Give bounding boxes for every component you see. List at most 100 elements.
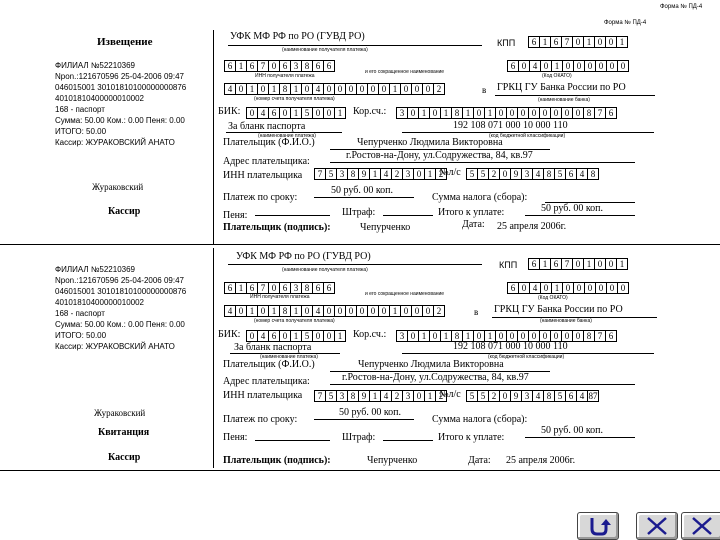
kpp-label: КПП [497, 38, 516, 48]
kor-boxes: 30101810100000000876 [396, 107, 617, 119]
previous-button[interactable] [636, 512, 678, 540]
digit-box: 8 [587, 168, 599, 180]
payer-inn-label: ИНН плательщика [223, 390, 303, 401]
next-slide-icon [692, 517, 712, 535]
return-button[interactable] [577, 512, 619, 540]
receipt-line: Кассир: ЖУРАКОВСКИЙ АНАТО [55, 342, 175, 351]
payer-inn-boxes: 753891423012 [314, 390, 447, 402]
inn-boxes: 6167063866 [224, 282, 335, 294]
kpp-boxes: 616701001 [528, 36, 628, 48]
sum-value: 50 руб. 00 коп. [331, 185, 394, 196]
receipt-line: 046015001 30101810100000000876 [55, 83, 187, 92]
payer-name: Чепурченко Людмила Викторовна [358, 359, 504, 370]
receipt-cashier: Кассир [108, 452, 141, 463]
date-value: 25 апреля 2006г. [497, 221, 567, 232]
receipt-line: Npon.:121670596 25-04-2006 09:47 [55, 276, 184, 285]
receipt-signature: Жураковский [94, 408, 146, 418]
inn-boxes: 6167063866 [224, 60, 335, 72]
sum-label: Платеж по сроку: [223, 414, 298, 425]
sign-value: Чепурченко [360, 222, 411, 233]
sum-value: 50 руб. 00 коп. [339, 407, 402, 418]
payer-inn-boxes: 753891423012 [314, 168, 447, 180]
digit-box: 0 [617, 60, 629, 72]
account-caption: (номер счета получателя платежа) [254, 96, 335, 102]
address-label: Адрес плательщика: [223, 376, 310, 387]
in-label: в [482, 85, 487, 95]
purpose: За бланк паспорта [228, 121, 306, 132]
digit-box: 2 [433, 305, 445, 317]
payer-label: Плательщик (Ф.И.О.) [223, 137, 315, 148]
digit-box: 6 [605, 107, 617, 119]
previous-slide-icon [647, 517, 667, 535]
sum-label: Платеж по сроку: [223, 192, 298, 203]
receipt-line: ИТОГО: 50.00 [55, 331, 107, 340]
payer-inn-label: ИНН плательщика [223, 170, 303, 181]
notice-title: Извещение [97, 36, 153, 48]
kpp-boxes: 616701001 [528, 258, 628, 270]
address-label: Адрес плательщика: [223, 156, 310, 167]
receipt-line: ИТОГО: 50.00 [55, 127, 107, 136]
payer-label: Плательщик (Ф.И.О.) [223, 359, 315, 370]
receipt-line: ФИЛИАЛ №52210369 [55, 265, 135, 274]
digit-box: 6 [323, 282, 335, 294]
payer-name: Чепурченко Людмила Викторовна [357, 137, 503, 148]
payee-caption: (наименование получателя платежа) [282, 47, 368, 53]
bank-caption: (наименование банка) [538, 97, 590, 103]
receipt-line: ФИЛИАЛ №52210369 [55, 61, 135, 70]
kbk: 192 108 071 000 10 000 110 [453, 120, 568, 131]
receipt-line: Сумма: 50.00 Ком.: 0.00 Пеня: 0.00 [55, 116, 185, 125]
bik-label: БИК: [218, 329, 241, 340]
address: г.Ростов-на-Дону, ул.Содружества, 84, кв… [342, 372, 529, 383]
code-caption: и его сокращенное наименование [365, 69, 445, 75]
total-label: Итого к уплате: [438, 207, 505, 218]
receipt-receipt-block: ФИЛИАЛ №52210369 Npon.:121670596 25-04-2… [55, 264, 186, 352]
bank-name: ГРКЦ ГУ Банка России по РО [497, 82, 626, 93]
receipt-line: 168 - паспорт [55, 309, 105, 318]
fine-label: Пеня: [223, 432, 248, 443]
kor-label: Кор.сч.: [353, 106, 387, 117]
payee-name: УФК МФ РФ по РО (ГУВД РО) [230, 31, 365, 42]
digit-box: 1 [334, 330, 346, 342]
receipt-line: 40101810400000010002 [55, 94, 144, 103]
receipt-line: 168 - паспорт [55, 105, 105, 114]
sign-label: Плательщик (подпись): [223, 455, 331, 466]
tax-label: Сумма налога (сбора): [432, 192, 528, 203]
date-label: Дата: [468, 455, 491, 466]
bik-boxes: 046015001 [246, 107, 346, 119]
receipt-line: 40101810400000010002 [55, 298, 144, 307]
next-button[interactable] [681, 512, 720, 540]
bottom-separator [0, 470, 720, 471]
kpp-label: КПП [499, 260, 518, 270]
fine-label: Пеня: [223, 210, 248, 221]
address: г.Ростов-на-Дону, ул.Содружества, 84, кв… [346, 150, 533, 161]
digit-box: 1 [616, 36, 628, 48]
total-value: 50 руб. 00 коп. [541, 203, 604, 214]
date-label: Дата: [462, 219, 485, 230]
digit-box: 0 [617, 282, 629, 294]
penalty-label: Штраф: [342, 207, 376, 218]
date-value: 25 апреля 2006г. [506, 455, 576, 466]
receipt-line: 046015001 30101810100000000876 [55, 287, 187, 296]
digit-box: 1 [616, 258, 628, 270]
form-label-inner: Форма № ПД-4 [604, 20, 647, 26]
notice-receipt-block: ФИЛИАЛ №52210369 Npon.:121670596 25-04-2… [55, 60, 186, 148]
account-boxes: 40101810400000010002 [224, 83, 445, 95]
okato-boxes: 60401000000 [507, 60, 629, 72]
bank-name: ГРКЦ ГУ Банка России по РО [494, 304, 623, 315]
payee-name: УФК МФ РФ по РО (ГУВД РО) [236, 251, 371, 262]
penalty-label: Штраф: [342, 432, 376, 443]
tax-label: Сумма налога (сбора): [432, 414, 528, 425]
inn-caption: ИНН получателя платежа [250, 294, 310, 300]
notice-signature: Жураковский [92, 182, 144, 192]
purpose: За бланк паспорта [234, 342, 312, 353]
payee-caption: (наименование получателя платежа) [282, 267, 368, 273]
ls-boxes: 5 5 2 0 9 3 4 8 5 6 4 87 [466, 390, 599, 402]
receipt-line: Npon.:121670596 25-04-2006 09:47 [55, 72, 184, 81]
bank-caption: (наименование банка) [540, 318, 592, 324]
digit-box: 6 [605, 330, 617, 342]
digit-box: 2 [433, 83, 445, 95]
receipt-line: Кассир: ЖУРАКОВСКИЙ АНАТО [55, 138, 175, 147]
digit-box: 1 [334, 107, 346, 119]
bik-boxes: 046015001 [246, 330, 346, 342]
account-caption: (номер счета получателя платежа) [254, 318, 335, 324]
